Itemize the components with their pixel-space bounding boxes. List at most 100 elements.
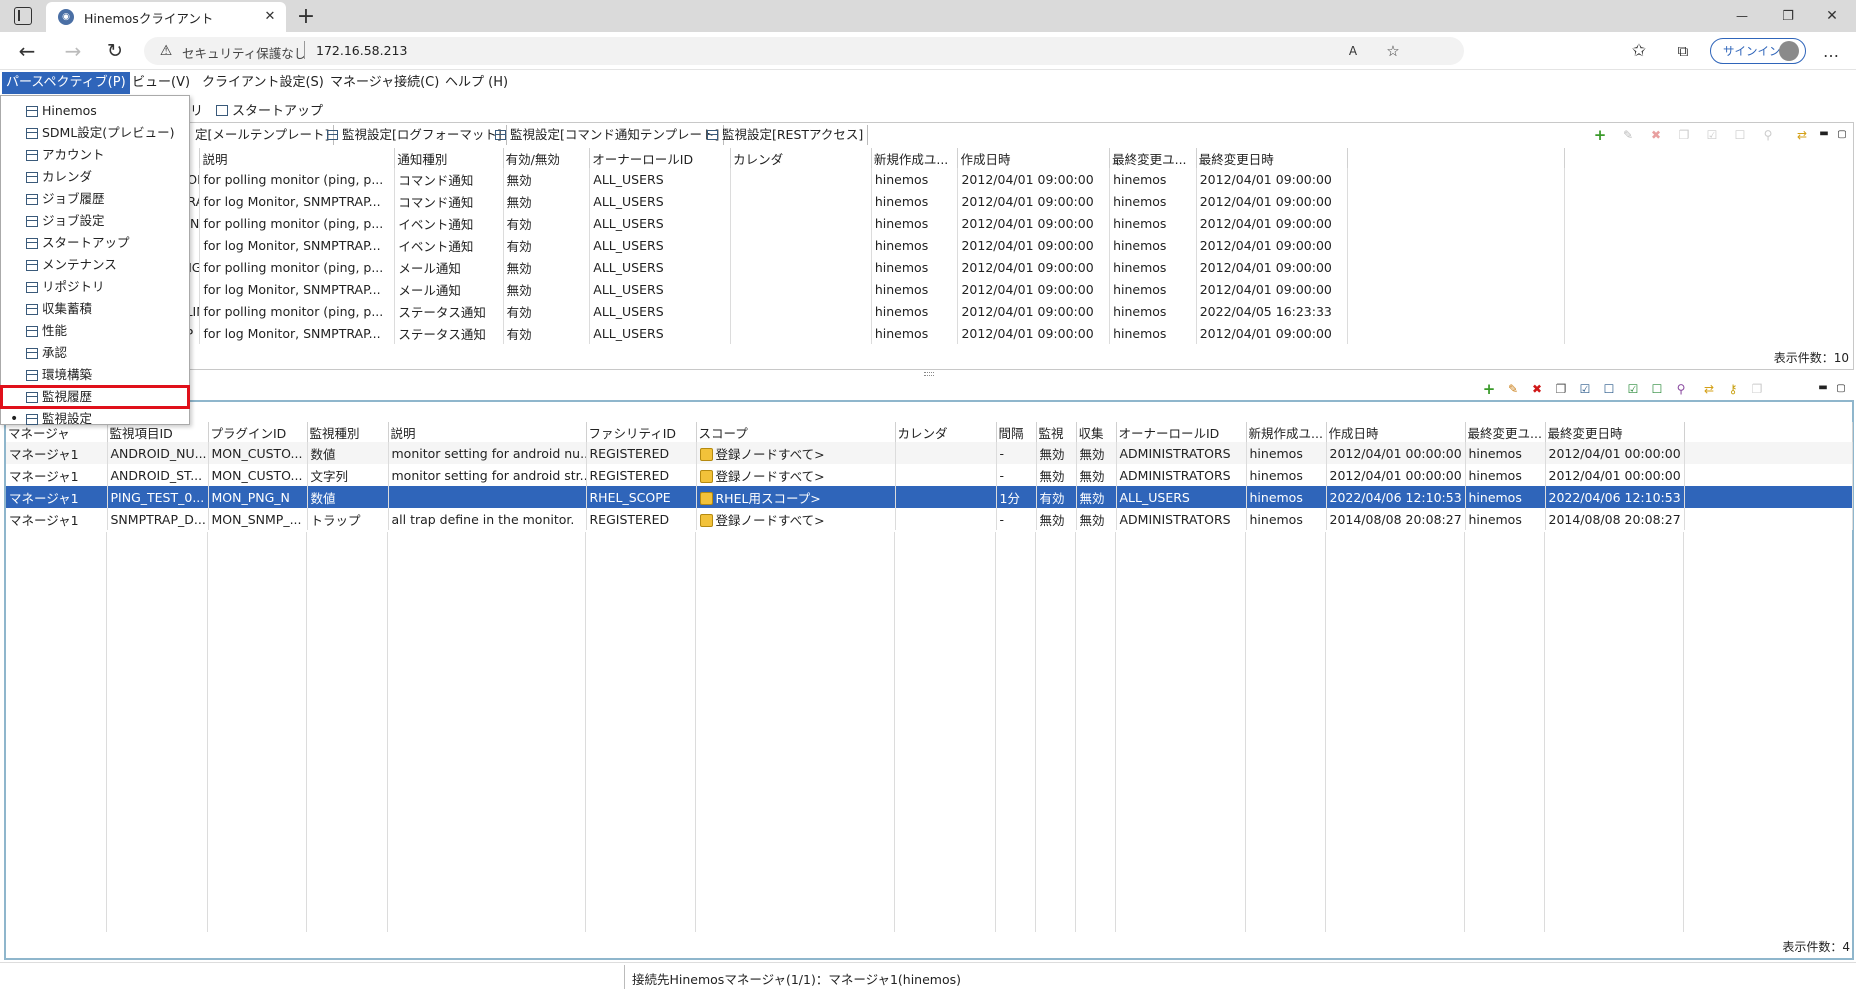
refresh-icon[interactable]: ↻ bbox=[104, 40, 126, 62]
tab-log-format[interactable]: 監視設定[ログフォーマット] bbox=[323, 125, 507, 145]
tab-command-template[interactable]: 監視設定[コマンド通知テンプレート] bbox=[491, 125, 725, 145]
tab-actions-icon[interactable] bbox=[14, 7, 32, 25]
disable-icon[interactable]: ☐ bbox=[1733, 128, 1747, 142]
table-row[interactable]: RAPfor log Monitor, SNMPTRAP...メール通知無効AL… bbox=[5, 278, 1565, 300]
perspective-menu-item[interactable]: スタートアップ bbox=[1, 232, 189, 254]
perspective-menu-item[interactable]: ジョブ履歴 bbox=[1, 188, 189, 210]
tab-rest-access[interactable]: 監視設定[RESTアクセス] bbox=[703, 125, 869, 145]
object-privilege-icon[interactable]: ⚷ bbox=[1726, 382, 1740, 396]
perspective-menu-item[interactable]: メンテナンス bbox=[1, 254, 189, 276]
column-header[interactable]: 通知種別 bbox=[394, 148, 504, 168]
new-tab-button[interactable]: + bbox=[294, 4, 318, 29]
table-row[interactable]: _TRAPfor log Monitor, SNMPTRAP...ステータス通知… bbox=[5, 322, 1565, 344]
minimize-view-icon[interactable]: ▬ bbox=[1816, 380, 1830, 394]
perspective-tab-startup[interactable]: スタートアップ bbox=[216, 100, 323, 119]
table-row[interactable]: OR_TRAPfor log Monitor, SNMPTRAP...コマンド通… bbox=[5, 190, 1565, 212]
url-field[interactable]: ⚠ セキュリティ保護なし 172.16.58.213 A ☆ bbox=[144, 37, 1464, 65]
other-icon[interactable]: ❐ bbox=[1750, 382, 1764, 396]
filter-icon[interactable]: ⚲ bbox=[1761, 128, 1775, 142]
minimize-button[interactable]: — bbox=[1730, 6, 1754, 26]
add-favorite-icon[interactable]: ☆ bbox=[1384, 42, 1402, 60]
column-header[interactable]: 有効/無効 bbox=[503, 148, 591, 168]
filter-icon[interactable]: ⚲ bbox=[1674, 382, 1688, 396]
enable-collect-icon[interactable]: ☑ bbox=[1626, 382, 1640, 396]
back-arrow-icon[interactable]: ← bbox=[16, 39, 38, 63]
perspective-menu-item[interactable]: 監視履歴 bbox=[0, 385, 190, 409]
column-header[interactable]: 作成日時 bbox=[1326, 422, 1466, 442]
perspective-menu-item[interactable]: 環境構築 bbox=[1, 364, 189, 386]
column-header[interactable]: 最終変更日時 bbox=[1545, 422, 1685, 442]
column-header[interactable]: カレンダ bbox=[895, 422, 997, 442]
edit-icon[interactable]: ✎ bbox=[1621, 128, 1635, 142]
add-icon[interactable]: + bbox=[1593, 126, 1607, 144]
close-tab-icon[interactable]: ✕ bbox=[262, 8, 278, 24]
table-row[interactable]: マネージャ1 ANDROID_ST... MON_CUSTO... 文字列 monito… bbox=[6, 464, 1853, 486]
refresh-icon[interactable]: ⇄ bbox=[1795, 128, 1809, 142]
column-header[interactable]: 収集 bbox=[1076, 422, 1117, 442]
table-row[interactable]: マネージャ1 ANDROID_NU... MON_CUSTO... 数値 monitor… bbox=[6, 442, 1853, 464]
column-header[interactable]: オーナーロールID bbox=[589, 148, 732, 168]
add-icon[interactable]: + bbox=[1482, 380, 1496, 398]
warning-icon[interactable]: ⚠ bbox=[158, 43, 174, 59]
table-row[interactable]: _POLLINGfor polling monitor (ping, p...ス… bbox=[5, 300, 1565, 322]
enable-icon[interactable]: ☑ bbox=[1705, 128, 1719, 142]
column-header[interactable]: 新規作成ユ... bbox=[871, 148, 959, 168]
minimize-view-icon[interactable]: ▬ bbox=[1817, 126, 1831, 140]
collections-icon[interactable]: ⧉ bbox=[1672, 40, 1694, 62]
disable-collect-icon[interactable]: ☐ bbox=[1650, 382, 1664, 396]
copy-icon[interactable]: ❐ bbox=[1554, 382, 1568, 396]
column-header[interactable]: プラグインID bbox=[208, 422, 308, 442]
perspective-menu-item[interactable]: 性能 bbox=[1, 320, 189, 342]
maximize-view-icon[interactable]: ▢ bbox=[1835, 127, 1849, 141]
favorites-icon[interactable]: ✩ bbox=[1628, 40, 1650, 62]
menu-help[interactable]: ヘルプ (H) bbox=[441, 72, 512, 94]
forward-arrow-icon[interactable]: → bbox=[62, 39, 84, 63]
column-header[interactable]: 最終変更日時 bbox=[1196, 148, 1349, 168]
copy-icon[interactable]: ❐ bbox=[1677, 128, 1691, 142]
perspective-menu-item[interactable]: アカウント bbox=[1, 144, 189, 166]
column-header[interactable]: ファシリティID bbox=[586, 422, 697, 442]
menu-client-settings[interactable]: クライアント設定(S) bbox=[198, 72, 328, 94]
column-header[interactable]: 最終変更ユ... bbox=[1109, 148, 1197, 168]
perspective-menu-item[interactable]: 収集蓄積 bbox=[1, 298, 189, 320]
menu-view[interactable]: ビュー(V) bbox=[128, 72, 194, 94]
column-header[interactable]: カレンダ bbox=[730, 148, 872, 168]
column-header[interactable]: 作成日時 bbox=[957, 148, 1111, 168]
column-header[interactable]: スコープ bbox=[696, 422, 896, 442]
column-header[interactable]: 間隔 bbox=[996, 422, 1037, 442]
table-row[interactable]: マネージャ1 PING_TEST_0... MON_PNG_N 数値 RHEL_SCOP… bbox=[6, 486, 1853, 508]
url-text[interactable]: 172.16.58.213 bbox=[316, 43, 407, 58]
table-row[interactable]: TRAPfor log Monitor, SNMPTRAP...イベント通知有効… bbox=[5, 234, 1565, 256]
column-header[interactable]: 監視種別 bbox=[307, 422, 389, 442]
table-row[interactable]: マネージャ1 SNMPTRAP_D... MON_SNMP_... トラップ all t… bbox=[6, 508, 1853, 530]
perspective-tab-repository[interactable]: リ bbox=[190, 100, 203, 119]
perspective-menu-item[interactable]: Hinemos bbox=[1, 100, 189, 122]
column-header[interactable]: 最終変更ユ... bbox=[1465, 422, 1546, 442]
perspective-menu-item[interactable]: 承認 bbox=[1, 342, 189, 364]
restore-button[interactable]: ❐ bbox=[1776, 6, 1800, 26]
browser-tab[interactable]: ◉ Hinemosクライアント ✕ bbox=[46, 2, 286, 32]
column-header[interactable]: オーナーロールID bbox=[1116, 422, 1247, 442]
delete-icon[interactable]: ✖ bbox=[1649, 128, 1663, 142]
delete-icon[interactable]: ✖ bbox=[1530, 382, 1544, 396]
disable-monitor-icon[interactable]: ☐ bbox=[1602, 382, 1616, 396]
perspective-menu-item[interactable]: ジョブ設定 bbox=[1, 210, 189, 232]
perspective-menu-item[interactable]: リポジトリ bbox=[1, 276, 189, 298]
maximize-view-icon[interactable]: ▢ bbox=[1834, 381, 1848, 395]
perspective-menu-item[interactable]: カレンダ bbox=[1, 166, 189, 188]
read-aloud-icon[interactable]: A bbox=[1344, 42, 1362, 60]
more-options-icon[interactable]: … bbox=[1820, 40, 1842, 62]
security-status[interactable]: セキュリティ保護なし bbox=[182, 43, 306, 62]
enable-monitor-icon[interactable]: ☑ bbox=[1578, 382, 1592, 396]
signin-button[interactable]: サインイン bbox=[1710, 38, 1806, 64]
menu-manager-connect[interactable]: マネージャ接続(C) bbox=[326, 72, 443, 94]
refresh-icon[interactable]: ⇄ bbox=[1702, 382, 1716, 396]
panel-sash-handle[interactable] bbox=[924, 372, 934, 376]
table-row[interactable]: OR_POLLINGfor polling monitor (ping, p..… bbox=[5, 168, 1565, 190]
column-header[interactable]: 説明 bbox=[199, 148, 396, 168]
column-header[interactable]: 監視 bbox=[1036, 422, 1077, 442]
perspective-menu-item[interactable]: • 監視設定 bbox=[1, 408, 189, 430]
menu-perspective[interactable]: パースペクティブ(P) bbox=[2, 72, 130, 94]
table-row[interactable]: OLLINGfor polling monitor (ping, p...メール… bbox=[5, 256, 1565, 278]
perspective-menu-item[interactable]: SDML設定(プレビュー) bbox=[1, 122, 189, 144]
